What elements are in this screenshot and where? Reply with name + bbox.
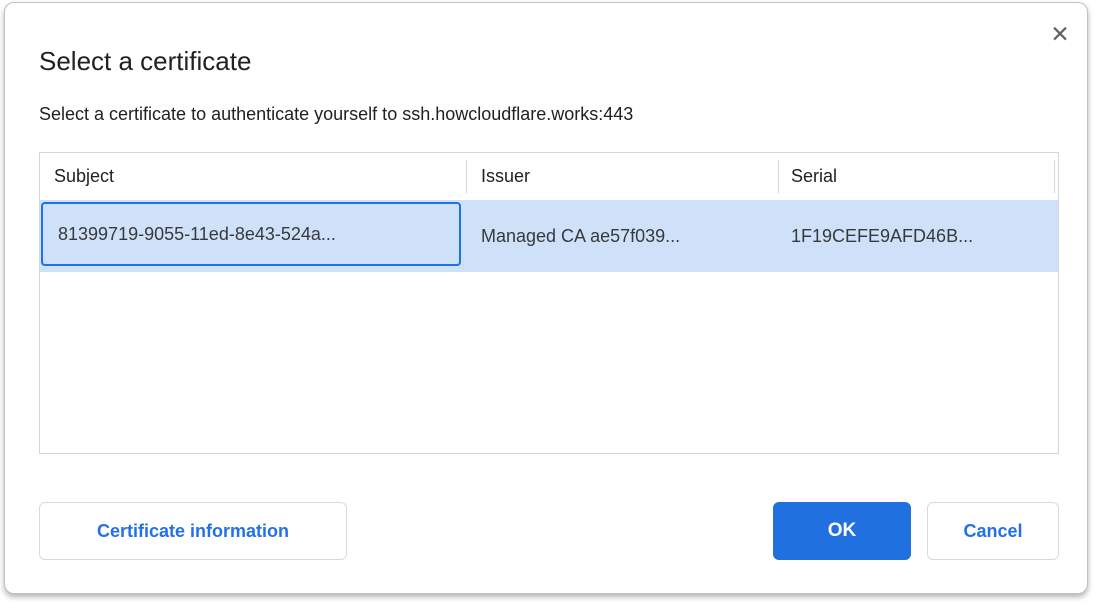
certificate-row[interactable]: 81399719-9055-11ed-8e43-524a... Managed … — [40, 200, 1058, 272]
dialog-subtitle: Select a certificate to authenticate you… — [39, 102, 633, 126]
table-header: Subject Issuer Serial — [40, 153, 1058, 200]
column-header-issuer: Issuer — [481, 153, 530, 200]
close-button[interactable]: ✕ — [1043, 17, 1077, 51]
dialog-title: Select a certificate — [39, 45, 251, 77]
header-divider — [466, 160, 467, 193]
select-certificate-dialog: ✕ Select a certificate Select a certific… — [4, 2, 1088, 594]
cell-subject: 81399719-9055-11ed-8e43-524a... — [41, 202, 461, 266]
cell-issuer: Managed CA ae57f039... — [481, 200, 680, 272]
close-icon: ✕ — [1050, 21, 1069, 47]
column-header-serial: Serial — [791, 153, 837, 200]
header-divider — [778, 160, 779, 193]
cell-serial: 1F19CEFE9AFD46B... — [791, 200, 973, 272]
header-divider — [1054, 160, 1055, 193]
certificate-information-button[interactable]: Certificate information — [39, 502, 347, 560]
certificate-table: Subject Issuer Serial 81399719-9055-11ed… — [39, 152, 1059, 454]
column-header-subject: Subject — [54, 153, 114, 200]
ok-button[interactable]: OK — [773, 502, 911, 560]
cancel-button[interactable]: Cancel — [927, 502, 1059, 560]
